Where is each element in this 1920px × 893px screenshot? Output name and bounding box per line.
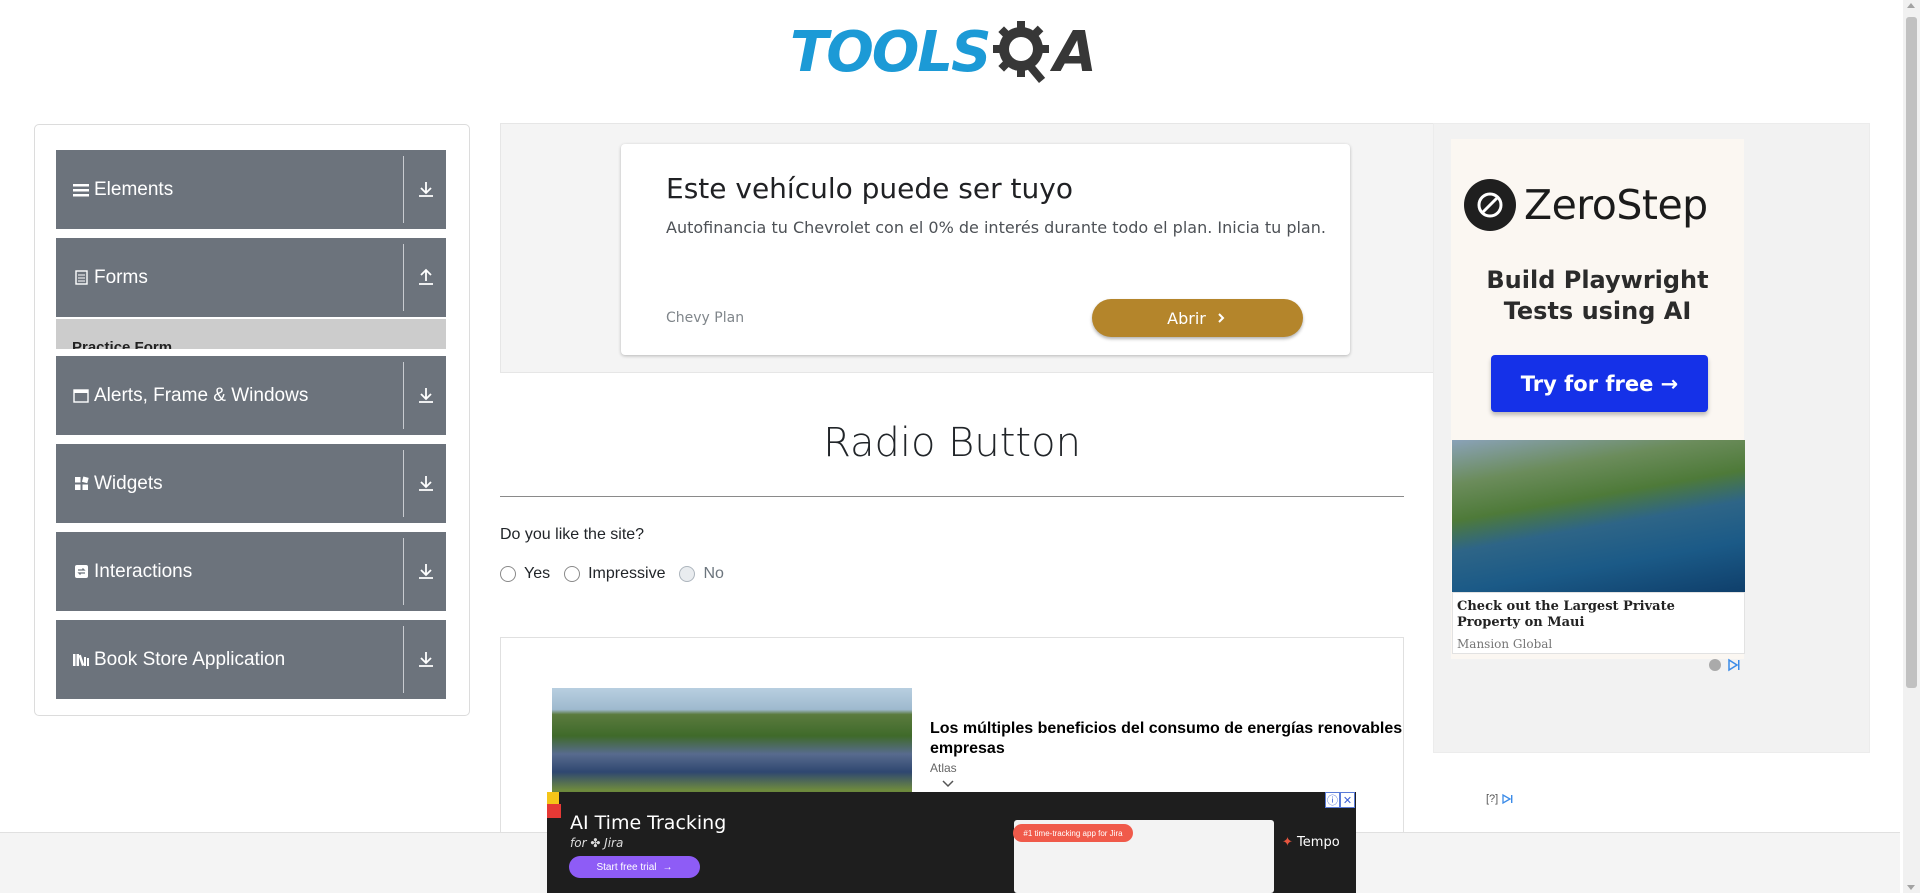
left-panel: Elements Forms Practice Form Alerts, Fra… xyxy=(34,124,470,716)
maui-story-title[interactable]: Check out the Largest Private Property o… xyxy=(1457,599,1737,631)
chevron-down-icon[interactable] xyxy=(941,776,955,790)
start-free-trial-label: Start free trial xyxy=(596,861,657,873)
page-root: TOOLS A Elements Forms Practice Form Ale… xyxy=(0,0,1920,893)
accent-square xyxy=(547,792,559,804)
ad-help-text[interactable]: [?] xyxy=(1486,793,1498,805)
group-label: Elements xyxy=(94,178,174,200)
start-free-trial-button[interactable]: Start free trial → xyxy=(569,856,700,878)
scrollbar-thumb[interactable] xyxy=(1906,17,1917,688)
radio-impressive[interactable]: Impressive xyxy=(564,565,665,583)
download-icon[interactable] xyxy=(415,384,437,406)
maui-story-card[interactable]: Check out the Largest Private Property o… xyxy=(1452,592,1745,654)
native-ad-source: Atlas xyxy=(930,761,957,775)
top-ad-container: Este vehículo puede ser tuyo Autofinanci… xyxy=(500,123,1435,373)
zerostep-tagline: Build Playwright Tests using AI xyxy=(1451,265,1744,327)
forms-submenu[interactable]: Practice Form xyxy=(56,319,446,349)
group-label: Forms xyxy=(94,266,148,288)
scroll-down-icon[interactable] xyxy=(1907,885,1915,890)
native-ad-title[interactable]: Los múltiples beneficios del consumo de … xyxy=(930,719,1403,759)
tempo-logo: ✦ Tempo xyxy=(1282,835,1340,850)
group-forms[interactable]: Forms xyxy=(56,238,446,317)
zerostep-brand: ZeroStep xyxy=(1524,181,1708,229)
tempo-brand: Tempo xyxy=(1297,835,1340,850)
tagline-line-1: Build Playwright xyxy=(1486,266,1709,294)
radio-circle[interactable] xyxy=(564,566,581,582)
submenu-item-practice-form[interactable]: Practice Form xyxy=(72,339,172,349)
radio-circle-disabled xyxy=(679,566,696,582)
top-ad-card[interactable]: Este vehículo puede ser tuyo Autofinanci… xyxy=(621,144,1350,355)
question-text: Do you like the site? xyxy=(500,526,645,543)
group-alerts-frame-windows[interactable]: Alerts, Frame & Windows xyxy=(56,356,446,435)
group-interactions[interactable]: Interactions xyxy=(56,532,446,611)
group-divider xyxy=(403,626,404,693)
ad-open-button[interactable]: Abrir xyxy=(1092,299,1303,337)
info-icon[interactable]: ⓘ xyxy=(1325,792,1340,808)
radio-yes[interactable]: Yes xyxy=(500,565,550,583)
logo-text-a: A xyxy=(1053,19,1096,85)
solar-farm-image[interactable] xyxy=(552,688,912,808)
adchoices-icon[interactable] xyxy=(1707,658,1743,672)
zerostep-logo-icon xyxy=(1464,179,1516,231)
radio-label-yes[interactable]: Yes xyxy=(524,565,550,583)
maui-coast-image[interactable] xyxy=(1452,440,1745,592)
group-divider xyxy=(403,156,404,223)
banner-controls: ⓘ ✕ xyxy=(1325,792,1356,808)
group-divider xyxy=(403,362,404,429)
toolsqa-logo[interactable]: TOOLS A xyxy=(790,14,1116,90)
window-icon xyxy=(72,387,90,405)
ad-help-link[interactable]: [?] xyxy=(1486,793,1517,805)
tagline-line-2: Tests using AI xyxy=(1503,297,1692,325)
download-icon[interactable] xyxy=(415,560,437,582)
group-label: Interactions xyxy=(94,560,193,582)
banner-badge: #1 time-tracking app for Jira xyxy=(1013,824,1133,842)
arrow-right-icon: → xyxy=(662,861,673,873)
gear-magnifier-icon xyxy=(993,21,1050,83)
ad-description: Autofinancia tu Chevrolet con el 0% de i… xyxy=(666,218,1326,237)
radio-no: No xyxy=(679,565,724,583)
tempo-logo-icon: ✦ xyxy=(1282,835,1293,850)
widgets-icon xyxy=(72,475,90,493)
ad-brand: Chevy Plan xyxy=(666,310,745,326)
form-icon xyxy=(72,269,90,287)
accent-square xyxy=(547,804,561,818)
ad-open-label: Abrir xyxy=(1167,308,1206,328)
chevron-right-icon xyxy=(1218,313,1225,323)
try-for-free-button[interactable]: Try for free → xyxy=(1491,355,1708,412)
radio-group: Yes Impressive No xyxy=(500,565,738,583)
download-icon[interactable] xyxy=(415,178,437,200)
page-scrollbar[interactable] xyxy=(1903,0,1920,893)
banner-subtitle: for ✤ Jira xyxy=(570,836,624,850)
upload-icon[interactable] xyxy=(415,266,437,288)
close-icon[interactable]: ✕ xyxy=(1340,792,1355,808)
scroll-up-icon[interactable] xyxy=(1907,3,1915,8)
title-divider xyxy=(500,496,1404,497)
group-divider xyxy=(403,538,404,605)
group-elements[interactable]: Elements xyxy=(56,150,446,229)
banner-title[interactable]: AI Time Tracking xyxy=(570,812,726,834)
group-divider xyxy=(403,244,404,311)
radio-circle[interactable] xyxy=(500,566,516,582)
group-widgets[interactable]: Widgets xyxy=(56,444,446,523)
menu-icon xyxy=(72,181,90,199)
interactions-icon xyxy=(72,563,90,581)
right-ad-container: ZeroStep Build Playwright Tests using AI… xyxy=(1433,123,1870,753)
group-label: Book Store Application xyxy=(94,648,286,670)
radio-label-impressive[interactable]: Impressive xyxy=(588,565,665,583)
logo-text-tools: TOOLS xyxy=(790,19,991,85)
zerostep-logo[interactable]: ZeroStep xyxy=(1464,179,1708,231)
page-title: Radio Button xyxy=(823,420,1081,466)
books-icon xyxy=(72,651,90,669)
group-book-store-application[interactable]: Book Store Application xyxy=(56,620,446,699)
maui-story-source: Mansion Global xyxy=(1457,637,1553,651)
adchoices-icon[interactable] xyxy=(1501,793,1517,805)
group-label: Widgets xyxy=(94,472,163,494)
group-divider xyxy=(403,450,404,517)
radio-label-no: No xyxy=(703,565,724,582)
bottom-banner-ad[interactable]: AI Time Tracking for ✤ Jira Start free t… xyxy=(547,792,1356,893)
download-icon[interactable] xyxy=(415,648,437,670)
group-label: Alerts, Frame & Windows xyxy=(94,384,309,406)
ad-title[interactable]: Este vehículo puede ser tuyo xyxy=(666,172,1073,205)
download-icon[interactable] xyxy=(415,472,437,494)
